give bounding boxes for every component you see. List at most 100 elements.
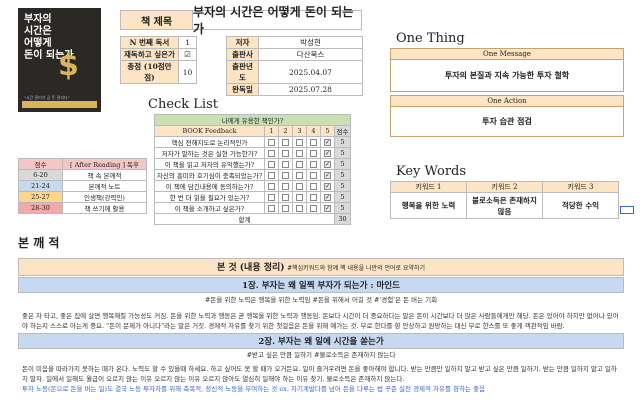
cell-cursor[interactable]	[620, 206, 634, 214]
key-words-table: 키워드 1 키워드 2 키워드 3 행복을 위한 노력 불로소득은 존재하지 않…	[390, 181, 619, 219]
table-row: 이 책을 읽고 저자의 유익했는가? ✓ 5	[154, 158, 351, 170]
legend-text: 책 쓰기에 활용	[62, 202, 147, 214]
checkbox[interactable]	[310, 182, 317, 190]
checkbox[interactable]	[282, 204, 289, 212]
checkbox-checked[interactable]: ✓	[324, 138, 331, 146]
checkbox-checked[interactable]: ✓	[324, 160, 331, 168]
checkbox[interactable]	[310, 160, 317, 168]
chapter-2-title[interactable]: 2장. 부자는 왜 일에 시간을 쏟는가	[18, 333, 624, 349]
table-row: 자신의 흥미와 호기심이 충족되었는가? ✓ 5	[154, 169, 351, 181]
pub-date-value[interactable]: 2025.04.07	[258, 60, 363, 84]
legend-review-header: [ After Reading ] 독후	[62, 158, 147, 170]
checkbox[interactable]	[296, 193, 303, 201]
chapter-1-body: 좋은 차 타고, 좋은 집에 살면 행복해질 가능성도 커짐. 돈을 위한 노력…	[22, 312, 619, 330]
checkbox[interactable]	[310, 149, 317, 157]
checkbox[interactable]	[282, 160, 289, 168]
one-action-text[interactable]: 투자 습관 점검	[391, 107, 623, 136]
row-score: 5	[334, 202, 351, 214]
keyword-value[interactable]: 불로소득은 존재하지 않음	[466, 192, 543, 219]
legend-text: 책 속 본깨적	[62, 169, 147, 181]
legend-text: 인생책(강력인)	[62, 191, 147, 203]
chapter-1-title[interactable]: 1장. 부자는 왜 일찍 부자가 되는가 : 마인드	[18, 277, 624, 293]
checkbox-checked[interactable]: ✓	[324, 171, 331, 179]
checkbox[interactable]	[282, 193, 289, 201]
scale-header: 3	[292, 125, 307, 137]
meta-label: 저자	[226, 36, 259, 49]
summary-header: 본 것 (내용 정리) #핵심키워드와 함께 핵 내용을 나만의 언어로 요약하…	[18, 258, 624, 276]
summary-label: 본 것 (내용 정리)	[216, 263, 285, 273]
finish-date-value[interactable]: 2025.07.28	[258, 83, 363, 96]
checkbox[interactable]	[310, 138, 317, 146]
checkbox[interactable]	[268, 138, 275, 146]
checkbox[interactable]	[310, 204, 317, 212]
info-label: 재독하고 싶은가	[120, 48, 179, 61]
cover-band	[22, 101, 97, 108]
author-value[interactable]: 박성현	[258, 36, 363, 49]
checkbox[interactable]	[296, 138, 303, 146]
legend-score-header: 점수	[18, 158, 63, 170]
keyword-value[interactable]: 적당한 수익	[542, 192, 619, 219]
info-label: N 번째 독서	[120, 36, 179, 49]
info-label: 총점 (10점만점)	[120, 60, 179, 84]
checkbox[interactable]	[282, 182, 289, 190]
check-list-table: 나에게 유용한 책인가? BOOK Feedback 1 2 3 4 5 점수 …	[154, 114, 351, 225]
chapter-2-tags: #받고 싶은 만큼 일하기 #불로소득은 존재하지 않는다	[246, 351, 396, 359]
row-score: 5	[334, 169, 351, 181]
one-message-box: One Message 투자의 본질과 지속 가능한 투자 철학	[390, 48, 624, 92]
check-question: 이 책을 읽고 저자의 유익했는가?	[154, 158, 265, 170]
checkbox[interactable]	[310, 171, 317, 179]
check-list-question: 나에게 유용한 책인가?	[154, 114, 351, 126]
row-score: 5	[334, 191, 351, 203]
book-meta-table: 저자 박성현 출판사 다산북스 출판년도 2025.04.07 완독일 2025.07.…	[226, 36, 363, 96]
checkbox[interactable]	[296, 171, 303, 179]
checkbox-checked[interactable]: ✓	[324, 149, 331, 157]
keyword-value[interactable]: 행복을 위한 노력	[390, 192, 467, 219]
table-row: 이 책에 담긴내용에 동의하는가? ✓ 5	[154, 180, 351, 192]
read-count-value[interactable]: 1	[178, 36, 197, 49]
table-row: 저자가 말하는 것은 실현 가능한가? ✓ 5	[154, 147, 351, 159]
table-row: 핵심 전해지도로 논리적인가 ✓ 5	[154, 136, 351, 148]
total-label: 합계	[154, 213, 335, 225]
checkbox-checked[interactable]: ✓	[324, 204, 331, 212]
one-message-text[interactable]: 투자의 본질과 지속 가능한 투자 철학	[391, 60, 623, 91]
reading-info-table: N 번째 독서 1 재독하고 싶은가 ☑ 총점 (10점만점) 10	[120, 36, 197, 84]
legend-range: 21-24	[18, 180, 63, 192]
total-score-value[interactable]: 10	[178, 60, 197, 84]
book-title-box: 책 제목 부자의 시간은 어떻게 돈이 되는가	[120, 5, 362, 36]
row-score: 5	[334, 136, 351, 148]
checkbox[interactable]	[310, 193, 317, 201]
check-question: 한 번 더 읽을 필요가 있는가?	[154, 191, 265, 203]
scale-header: 5	[320, 125, 335, 137]
checkbox[interactable]	[296, 182, 303, 190]
checkbox-checked[interactable]: ✓	[324, 182, 331, 190]
table-row: 이 책을 소개하고 싶은가? ✓ 5	[154, 202, 351, 214]
check-question: 자신의 흥미와 호기심이 충족되었는가?	[154, 169, 265, 181]
scale-header: 4	[306, 125, 321, 137]
feedback-header: BOOK Feedback	[154, 125, 265, 137]
check-question: 저자가 말하는 것은 실현 가능한가?	[154, 147, 265, 159]
checkbox[interactable]	[296, 149, 303, 157]
checkbox[interactable]	[296, 204, 303, 212]
book-title[interactable]: 부자의 시간은 어떻게 돈이 되는가	[193, 5, 361, 36]
checkbox[interactable]	[296, 160, 303, 168]
summary-section: 본 것 (내용 정리) #핵심키워드와 함께 핵 내용을 나만의 언어로 요약하…	[18, 258, 624, 394]
summary-hint: #핵심키워드와 함께 핵 내용을 나만의 언어로 요약하기	[287, 265, 426, 272]
publisher-value[interactable]: 다산북스	[258, 48, 363, 61]
legend-range: 25-27	[18, 191, 63, 203]
checkbox[interactable]	[268, 204, 275, 212]
checkbox[interactable]	[268, 193, 275, 201]
checkbox-checked[interactable]: ✓	[324, 193, 331, 201]
book-title-label: 책 제목	[121, 11, 193, 29]
checkbox[interactable]	[268, 171, 275, 179]
checkbox[interactable]	[268, 149, 275, 157]
checkbox[interactable]	[268, 160, 275, 168]
cover-subtitle: "시간 관리가 곧 돈 관리다"	[24, 95, 70, 100]
checkbox[interactable]	[282, 138, 289, 146]
checkbox[interactable]	[282, 171, 289, 179]
legend-range: 28-30	[18, 202, 63, 214]
row-score: 5	[334, 158, 351, 170]
reread-checkbox[interactable]: ☑	[178, 48, 197, 61]
meta-label: 완독일	[226, 83, 259, 96]
checkbox[interactable]	[282, 149, 289, 157]
checkbox[interactable]	[268, 182, 275, 190]
